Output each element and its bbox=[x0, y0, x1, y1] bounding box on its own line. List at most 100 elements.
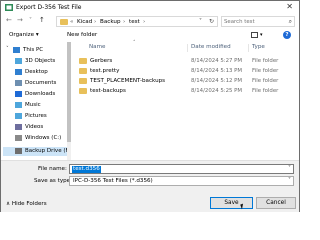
breadcrumb-separator: › bbox=[143, 19, 146, 25]
sidebar-item-label: Documents bbox=[25, 80, 57, 86]
breadcrumb-separator: › bbox=[123, 19, 126, 25]
breadcrumb-kicad[interactable]: Kicad bbox=[77, 19, 92, 25]
file-name-label: File name: bbox=[38, 166, 67, 172]
column-divider[interactable] bbox=[187, 44, 188, 52]
breadcrumb-separator: › bbox=[94, 19, 97, 25]
hide-folders-button[interactable]: ∧ Hide Folders bbox=[6, 201, 47, 207]
sidebar-item-label: Videos bbox=[25, 124, 44, 130]
music-icon bbox=[15, 102, 22, 108]
title-bar: Export D-356 Test File ✕ bbox=[1, 1, 299, 14]
chevron-down-icon[interactable]: ˅ bbox=[6, 46, 9, 52]
videos-icon bbox=[15, 124, 22, 130]
column-header-name[interactable]: Name bbox=[89, 44, 106, 50]
list-item[interactable]: test.pretty 8/14/2024 5:13 PM File folde… bbox=[73, 67, 297, 76]
scrollbar-thumb[interactable] bbox=[67, 42, 71, 142]
breadcrumb-overflow[interactable]: « bbox=[70, 19, 73, 25]
sidebar-item-pictures[interactable]: Pictures bbox=[3, 112, 67, 121]
change-view-icon[interactable] bbox=[251, 32, 258, 38]
search-input[interactable] bbox=[224, 18, 284, 26]
nav-pane-scrollbar[interactable] bbox=[67, 42, 71, 160]
sidebar-item-label: This PC bbox=[23, 47, 44, 53]
window-title: Export D-356 Test File bbox=[16, 4, 82, 11]
file-name: TEST_PLACEMENT-backups bbox=[90, 78, 166, 84]
sidebar-item-label: Pictures bbox=[25, 113, 47, 119]
list-item[interactable]: Gerbers 8/14/2024 5:27 PM File folder bbox=[73, 57, 297, 66]
search-box[interactable]: ⌕ bbox=[221, 16, 295, 27]
folder-icon bbox=[79, 58, 87, 64]
file-name: test.pretty bbox=[90, 68, 120, 74]
address-bar[interactable]: « Kicad › Backup › test › ˅ ↻ bbox=[56, 16, 218, 27]
file-name: test-backups bbox=[90, 88, 126, 94]
file-type: File folder bbox=[252, 68, 279, 74]
address-row: ← → ˅ ↑ « Kicad › Backup › test › ˅ ↻ ⌕ bbox=[1, 14, 299, 29]
file-name-value[interactable]: test.d356 bbox=[72, 166, 101, 173]
up-arrow-icon[interactable]: ↑ bbox=[39, 16, 45, 24]
sidebar-item-label: Desktop bbox=[25, 69, 48, 75]
address-dropdown-icon[interactable]: ˅ bbox=[199, 18, 202, 25]
desktop-icon bbox=[15, 69, 22, 75]
sidebar-item-label: Downloads bbox=[25, 91, 56, 97]
file-type: File folder bbox=[252, 78, 279, 84]
file-date: 8/14/2024 5:25 PM bbox=[191, 88, 243, 94]
new-folder-button[interactable]: New folder bbox=[67, 32, 97, 38]
sidebar-item-this-pc[interactable]: ˅ This PC bbox=[3, 46, 67, 55]
save-form: File name: test.d356 ˅ Save as type: IPC… bbox=[1, 160, 299, 212]
file-list: Name ˄ Date modified Type Gerbers 8/14/2… bbox=[73, 40, 297, 160]
file-date: 8/14/2024 5:13 PM bbox=[191, 68, 243, 74]
back-arrow-icon[interactable]: ← bbox=[6, 16, 12, 24]
column-divider[interactable] bbox=[248, 44, 249, 52]
export-dialog: Export D-356 Test File ✕ ← → ˅ ↑ « Kicad… bbox=[0, 0, 300, 212]
help-icon[interactable]: ? bbox=[283, 31, 291, 39]
sidebar-item-windows-c[interactable]: Windows (C:) bbox=[3, 134, 67, 143]
folder-icon bbox=[60, 19, 68, 25]
drive-icon bbox=[15, 135, 22, 141]
sidebar-item-desktop[interactable]: Desktop bbox=[3, 68, 67, 77]
sidebar-item-label: Music bbox=[25, 102, 41, 108]
refresh-icon[interactable]: ↻ bbox=[209, 18, 214, 25]
command-bar: Organize ▾ New folder ▾ ? bbox=[1, 29, 299, 42]
list-item[interactable]: TEST_PLACEMENT-backups 8/14/2024 5:12 PM… bbox=[73, 77, 297, 86]
recent-locations-chevron-icon[interactable]: ˅ bbox=[29, 17, 32, 24]
sidebar-item-3d-objects[interactable]: 3D Objects bbox=[3, 57, 67, 66]
navigation-pane: ˅ This PC 3D Objects Desktop Documents D… bbox=[1, 42, 70, 160]
file-type: File folder bbox=[252, 88, 279, 94]
cube-icon bbox=[15, 58, 22, 64]
view-options-chevron-icon[interactable]: ▾ bbox=[260, 32, 263, 38]
cancel-button[interactable]: Cancel bbox=[256, 197, 296, 209]
file-date: 8/14/2024 5:12 PM bbox=[191, 78, 243, 84]
pictures-icon bbox=[15, 113, 22, 119]
list-item[interactable]: test-backups 8/14/2024 5:25 PM File fold… bbox=[73, 87, 297, 96]
search-icon: ⌕ bbox=[288, 18, 292, 25]
save-as-type-select[interactable]: IPC-D-356 Test Files (*.d356) ˅ bbox=[69, 176, 294, 186]
sidebar-item-music[interactable]: Music bbox=[3, 101, 67, 110]
save-as-type-value: IPC-D-356 Test Files (*.d356) bbox=[73, 178, 153, 184]
chevron-down-icon[interactable]: ˅ bbox=[288, 165, 291, 172]
column-header-type[interactable]: Type bbox=[252, 44, 265, 50]
breadcrumb-backup[interactable]: Backup bbox=[100, 19, 121, 25]
folder-icon bbox=[79, 68, 87, 74]
download-icon bbox=[15, 91, 22, 97]
organize-menu[interactable]: Organize ▾ bbox=[9, 32, 39, 38]
save-button[interactable]: Save bbox=[210, 197, 253, 209]
folder-icon bbox=[79, 78, 87, 84]
file-name: Gerbers bbox=[90, 58, 113, 64]
drive-icon bbox=[15, 148, 22, 154]
chevron-down-icon[interactable]: ˅ bbox=[288, 177, 291, 184]
file-name-field[interactable]: test.d356 ˅ bbox=[69, 164, 294, 174]
forward-arrow-icon[interactable]: → bbox=[17, 16, 23, 24]
folder-icon bbox=[79, 88, 87, 94]
save-as-type-label: Save as type: bbox=[34, 178, 73, 184]
sidebar-item-videos[interactable]: Videos bbox=[3, 123, 67, 132]
sidebar-item-documents[interactable]: Documents bbox=[3, 79, 67, 88]
file-type: File folder bbox=[252, 58, 279, 64]
sidebar-item-label: Windows (C:) bbox=[25, 135, 62, 141]
sidebar-item-label: 3D Objects bbox=[25, 58, 56, 64]
breadcrumb-test[interactable]: test bbox=[129, 19, 140, 25]
computer-icon bbox=[13, 47, 20, 53]
app-icon bbox=[5, 4, 13, 11]
documents-icon bbox=[15, 80, 22, 86]
sidebar-item-downloads[interactable]: Downloads bbox=[3, 90, 67, 99]
column-header-date-modified[interactable]: Date modified bbox=[191, 44, 231, 50]
sidebar-item-backup-drive[interactable]: Backup Drive (F: bbox=[3, 147, 70, 156]
close-icon[interactable]: ✕ bbox=[286, 2, 293, 11]
